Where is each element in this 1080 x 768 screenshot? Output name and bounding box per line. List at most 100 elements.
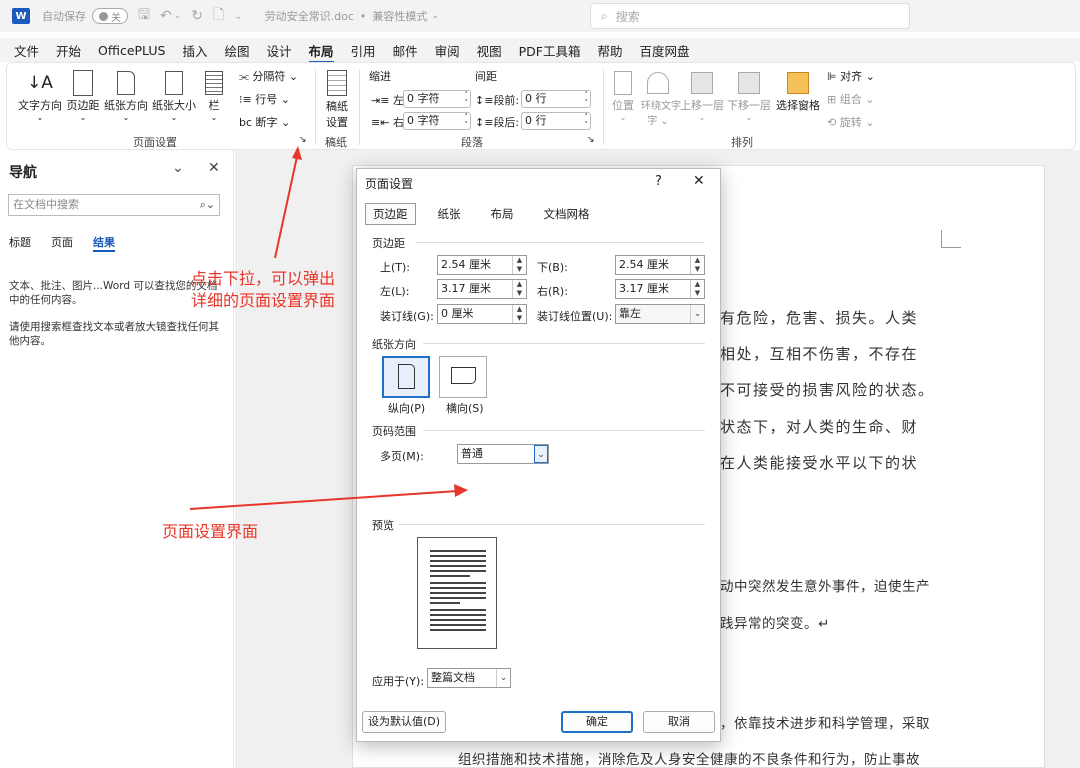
bottom-margin-input[interactable]: 2.54 厘米 ▲ ▼ xyxy=(615,255,705,275)
breaks-button[interactable]: ⫘ 分隔符 ⌄ xyxy=(239,68,298,84)
menu-baidu-netdisk[interactable]: 百度网盘 xyxy=(639,41,689,60)
customize-icon[interactable]: ⌄ xyxy=(234,11,242,22)
ok-button[interactable]: 确定 xyxy=(561,711,633,733)
tab-margins[interactable]: 页边距 xyxy=(365,203,416,225)
multiple-pages-select[interactable]: 普通 ⌄ xyxy=(457,444,549,464)
send-backward-button[interactable]: 下移一层 ⌄ xyxy=(727,69,771,122)
menu-references[interactable]: 引用 xyxy=(351,41,376,60)
menu-pdf-tools[interactable]: PDF工具箱 xyxy=(519,41,581,60)
doc-line-9: 组织措施和技术措施，消除危及人身安全健康的不良条件和行为，防止事故 xyxy=(458,752,920,768)
line-numbers-button[interactable]: ⁝≡ 行号 ⌄ xyxy=(239,91,290,107)
apply-to-select[interactable]: 整篇文档 ⌄ xyxy=(427,668,511,688)
set-default-button[interactable]: 设为默认值(D) xyxy=(362,711,446,733)
landscape-option[interactable] xyxy=(439,356,487,398)
spacing-after-input[interactable]: 0 行 ˄ ˅ xyxy=(521,112,591,130)
hyphenation-button[interactable]: bc 断字 ⌄ xyxy=(239,114,290,130)
nav-search-icon[interactable]: ⌕⌄ xyxy=(200,195,215,215)
menu-mailings[interactable]: 邮件 xyxy=(393,41,418,60)
left-margin-label: 左(L): xyxy=(380,285,410,298)
draft-settings-button[interactable]: 稿纸 设置 xyxy=(323,69,351,130)
annotation-dropdown-hint: 点击下拉，可以弹出 详细的页面设置界面 xyxy=(191,269,336,310)
dialog-close-button[interactable]: ✕ xyxy=(693,173,705,189)
mode-dropdown-icon[interactable]: ⌄ xyxy=(431,11,439,21)
indent-label: 缩进 xyxy=(369,70,391,83)
dialog-help-button[interactable]: ? xyxy=(655,174,662,189)
text-direction-button[interactable]: ↓A 文字方向 ⌄ xyxy=(17,69,63,122)
menu-view[interactable]: 视图 xyxy=(477,41,502,60)
bring-forward-icon xyxy=(691,72,713,94)
nav-tab-pages[interactable]: 页面 xyxy=(51,234,73,250)
page-setup-launcher-icon[interactable]: ↘ xyxy=(299,135,307,145)
position-button[interactable]: 位置 ⌄ xyxy=(609,69,637,122)
autosave-toggle[interactable]: 关 xyxy=(92,8,128,24)
draft-icon xyxy=(327,70,347,96)
undo-dropdown-icon[interactable]: ⌄ xyxy=(174,11,182,21)
columns-button[interactable]: 栏 ⌄ xyxy=(201,69,227,122)
nav-options-icon[interactable]: ⌄ xyxy=(172,160,184,176)
orientation-button[interactable]: 纸张方向 ⌄ xyxy=(103,69,149,122)
undo-icon[interactable]: ↶ xyxy=(160,8,172,24)
menu-design[interactable]: 设计 xyxy=(267,41,292,60)
paragraph-launcher-icon[interactable]: ↘ xyxy=(587,135,595,145)
right-margin-input[interactable]: 3.17 厘米 ▲ ▼ xyxy=(615,279,705,299)
doc-line-7: 践异常的突变。↵ xyxy=(720,616,830,632)
paper-size-button[interactable]: 纸张大小 ⌄ xyxy=(151,69,197,122)
menu-layout[interactable]: 布局 xyxy=(308,41,334,64)
menu-help[interactable]: 帮助 xyxy=(597,41,622,60)
doc-line-8: ，依靠技术进步和科学管理，采取 xyxy=(720,716,930,732)
gutter-position-label: 装订线位置(U): xyxy=(537,310,613,323)
doc-line-5: 在人类能接受水平以下的状 xyxy=(720,454,919,472)
menu-file[interactable]: 文件 xyxy=(14,41,39,60)
menu-home[interactable]: 开始 xyxy=(56,41,81,60)
selection-pane-button[interactable]: 选择窗格 xyxy=(775,69,821,113)
doc-line-1: 有危险，危害、损失。人类 xyxy=(720,309,919,327)
pages-section-label: 页码范围 xyxy=(372,425,416,438)
gutter-position-select[interactable]: 靠左 ⌄ xyxy=(615,304,705,324)
wrap-text-icon xyxy=(647,72,669,94)
nav-tab-results[interactable]: 结果 xyxy=(93,234,115,252)
menu-bar: 文件 开始 OfficePLUS 插入 绘图 设计 布局 引用 邮件 审阅 视图… xyxy=(0,38,1080,64)
menu-review[interactable]: 审阅 xyxy=(435,41,460,60)
filename: 劳动安全常识.doc xyxy=(264,10,354,23)
title-bar: W 自动保存 关 🖫 ↶ ⌄ ↻ 🗋 ⌄ 劳动安全常识.doc • 兼容性模式 … xyxy=(0,0,1080,32)
left-margin-input[interactable]: 3.17 厘米 ▲ ▼ xyxy=(437,279,527,299)
tab-document-grid[interactable]: 文档网格 xyxy=(536,203,598,225)
rotate-button[interactable]: ⟲ 旋转 ⌄ xyxy=(827,114,874,130)
bring-forward-button[interactable]: 上移一层 ⌄ xyxy=(680,69,724,122)
paper-size-icon xyxy=(165,71,183,95)
title-search-input[interactable]: ⌕ 搜索 xyxy=(590,3,910,29)
margins-button[interactable]: 页边距 ⌄ xyxy=(65,69,101,122)
nav-search-input[interactable]: 在文档中搜索 ⌕⌄ xyxy=(8,194,220,216)
menu-officeplus[interactable]: OfficePLUS xyxy=(98,43,165,58)
redo-icon[interactable]: ↻ xyxy=(191,8,203,24)
wrap-text-button[interactable]: 环绕文字字 ⌄ xyxy=(641,69,681,127)
top-margin-input[interactable]: 2.54 厘米 ▲ ▼ xyxy=(437,255,527,275)
position-icon xyxy=(614,71,632,95)
gutter-input[interactable]: 0 厘米 ▲ ▼ xyxy=(437,304,527,324)
cancel-button[interactable]: 取消 xyxy=(643,711,715,733)
spacing-after-label: ↕≡段后: xyxy=(475,116,520,129)
bottom-margin-label: 下(B): xyxy=(537,261,568,274)
portrait-option[interactable] xyxy=(382,356,430,398)
doc-line-3: 不可接受的损害风险的状态。 xyxy=(720,381,935,399)
tab-paper[interactable]: 纸张 xyxy=(430,203,469,225)
group-button[interactable]: ⊞ 组合 ⌄ xyxy=(827,91,874,107)
search-icon: ⌕ xyxy=(601,8,608,23)
menu-draw[interactable]: 绘图 xyxy=(225,41,250,60)
save-icon[interactable]: 🖫 xyxy=(138,4,150,28)
spacing-before-input[interactable]: 0 行 ˄ ˅ xyxy=(521,90,591,108)
nav-title: 导航 xyxy=(9,165,37,181)
orientation-icon xyxy=(117,71,135,95)
menu-insert[interactable]: 插入 xyxy=(182,41,207,60)
indent-left-input[interactable]: 0 字符 ˄ ˅ xyxy=(403,90,471,108)
nav-tab-headings[interactable]: 标题 xyxy=(9,234,31,250)
annotation-page-setup: 页面设置界面 xyxy=(162,522,259,541)
indent-left-icon: ⇥≡ xyxy=(371,94,390,107)
align-button[interactable]: ⊫ 对齐 ⌄ xyxy=(827,68,875,84)
nav-close-icon[interactable]: ✕ xyxy=(208,160,220,176)
rotate-icon: ⟲ xyxy=(827,116,837,129)
tab-layout[interactable]: 布局 xyxy=(483,203,522,225)
orientation-section-label: 纸张方向 xyxy=(372,338,416,351)
indent-right-input[interactable]: 0 字符 ˄ ˅ xyxy=(403,112,471,130)
new-doc-icon[interactable]: 🗋 xyxy=(213,4,224,28)
